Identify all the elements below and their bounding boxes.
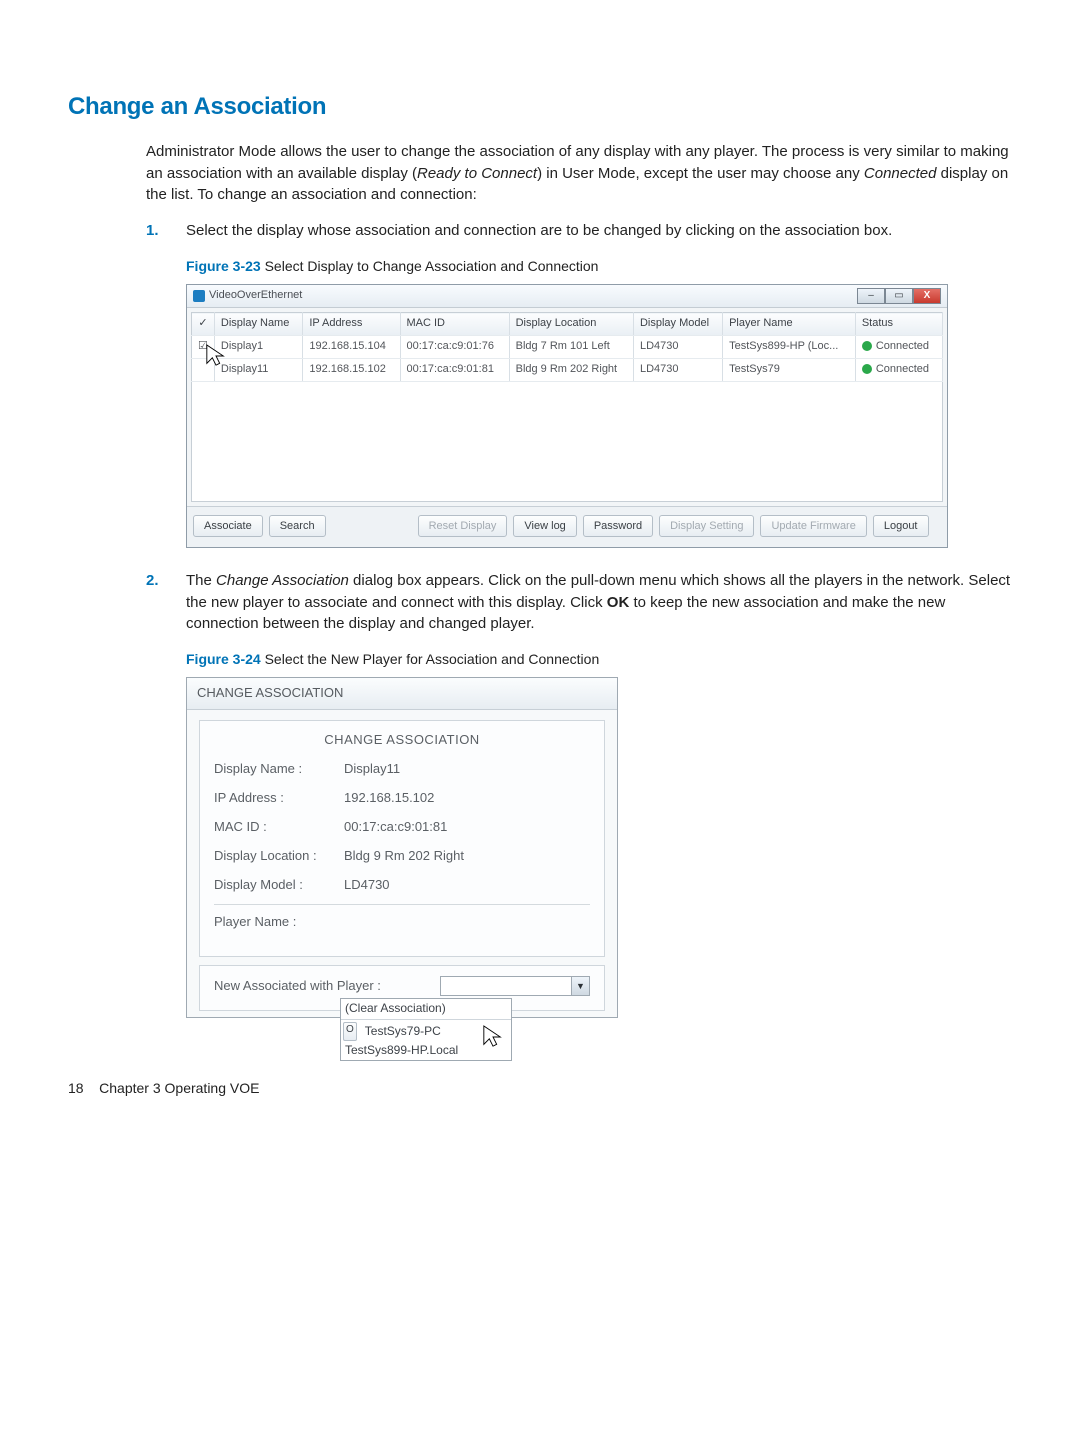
player-combobox[interactable]: ▼ bbox=[440, 976, 590, 996]
step-2-bold-1: OK bbox=[607, 594, 630, 611]
step-2-italic-1: Change Association bbox=[216, 572, 349, 589]
figure-3-24-label: Figure 3-24 bbox=[186, 651, 261, 667]
status-connected-icon bbox=[862, 364, 872, 374]
cursor-icon bbox=[482, 1024, 504, 1050]
step-2-text-1: The bbox=[186, 572, 216, 589]
logout-button[interactable]: Logout bbox=[873, 515, 929, 537]
row2-status-text: Connected bbox=[876, 363, 929, 375]
password-button[interactable]: Password bbox=[583, 515, 653, 537]
row2-loc: Bldg 9 Rm 202 Right bbox=[509, 358, 633, 381]
ip-address-value: 192.168.15.102 bbox=[344, 789, 590, 808]
mac-id-label: MAC ID : bbox=[214, 818, 344, 837]
table-empty-area bbox=[191, 382, 943, 502]
step-2-number: 2. bbox=[146, 570, 186, 635]
dialog-info-frame: CHANGE ASSOCIATION Display Name :Display… bbox=[199, 720, 605, 957]
videoOverEthernet-window: VideoOverEthernet – ▭ X ✓ Display Name I… bbox=[186, 284, 948, 548]
mac-id-value: 00:17:ca:c9:01:81 bbox=[344, 818, 590, 837]
row2-mac: 00:17:ca:c9:01:81 bbox=[400, 358, 509, 381]
col-mac-id: MAC ID bbox=[400, 313, 509, 336]
row2-player: TestSys79 bbox=[723, 358, 856, 381]
window-titlebar: VideoOverEthernet – ▭ X bbox=[187, 285, 947, 308]
intro-text-2: ) in User Mode, except the user may choo… bbox=[537, 165, 864, 182]
window-close-button[interactable]: X bbox=[913, 288, 941, 304]
col-display-name: Display Name bbox=[214, 313, 302, 336]
window-title: VideoOverEthernet bbox=[209, 288, 302, 304]
view-log-button[interactable]: View log bbox=[513, 515, 576, 537]
row2-ip: 192.168.15.102 bbox=[303, 358, 400, 381]
ip-address-label: IP Address : bbox=[214, 789, 344, 808]
hp-icon bbox=[193, 290, 205, 302]
step-2: 2. The Change Association dialog box app… bbox=[146, 570, 1012, 635]
col-display-location: Display Location bbox=[509, 313, 633, 336]
chevron-down-icon[interactable]: ▼ bbox=[571, 977, 589, 995]
row2-status: Connected bbox=[855, 358, 942, 381]
dialog-lower-frame: New Associated with Player : ▼ (Clear As… bbox=[199, 965, 605, 1011]
cursor-icon bbox=[205, 343, 227, 369]
table-row[interactable]: Display11 192.168.15.102 00:17:ca:c9:01:… bbox=[192, 358, 943, 381]
window-button-bar: Associate Search Reset Display View log … bbox=[187, 506, 947, 547]
reset-display-button[interactable]: Reset Display bbox=[418, 515, 508, 537]
associate-button[interactable]: Associate bbox=[193, 515, 263, 537]
table-row[interactable]: ☑ Display1 192.168.15.104 00:17:ca:c9:01… bbox=[192, 336, 943, 359]
step-1-text: Select the display whose association and… bbox=[186, 220, 1012, 242]
row1-status: Connected bbox=[855, 336, 942, 359]
page-number: 18 bbox=[68, 1080, 84, 1096]
new-associated-player-label: New Associated with Player : bbox=[214, 977, 381, 996]
step-1: 1. Select the display whose association … bbox=[146, 220, 1012, 242]
display-model-value: LD4730 bbox=[344, 876, 590, 895]
dialog-inner-title: CHANGE ASSOCIATION bbox=[214, 731, 590, 750]
figure-3-24-text: Select the New Player for Association an… bbox=[261, 651, 600, 667]
row1-status-text: Connected bbox=[876, 340, 929, 352]
row1-loc: Bldg 7 Rm 101 Left bbox=[509, 336, 633, 359]
display-model-label: Display Model : bbox=[214, 876, 344, 895]
row2-name: Display11 bbox=[214, 358, 302, 381]
row1-model: LD4730 bbox=[633, 336, 722, 359]
intro-paragraph: Administrator Mode allows the user to ch… bbox=[146, 141, 1012, 206]
player-name-label: Player Name : bbox=[214, 913, 344, 932]
update-firmware-button[interactable]: Update Firmware bbox=[760, 515, 866, 537]
search-button[interactable]: Search bbox=[269, 515, 326, 537]
step-2-text: The Change Association dialog box appear… bbox=[186, 570, 1012, 635]
col-check: ✓ bbox=[192, 313, 215, 336]
player-name-value bbox=[344, 913, 590, 932]
col-display-model: Display Model bbox=[633, 313, 722, 336]
ok-button[interactable]: O bbox=[343, 1022, 357, 1041]
figure-3-24-caption: Figure 3-24 Select the New Player for As… bbox=[186, 649, 1012, 669]
footer-text: Chapter 3 Operating VOE bbox=[99, 1080, 259, 1096]
change-association-dialog: CHANGE ASSOCIATION CHANGE ASSOCIATION Di… bbox=[186, 677, 618, 1018]
row1-player: TestSys899-HP (Loc... bbox=[723, 336, 856, 359]
display-setting-button[interactable]: Display Setting bbox=[659, 515, 754, 537]
col-ip-address: IP Address bbox=[303, 313, 400, 336]
col-status: Status bbox=[855, 313, 942, 336]
step-1-number: 1. bbox=[146, 220, 186, 242]
display-name-label: Display Name : bbox=[214, 760, 344, 779]
figure-3-23-caption: Figure 3-23 Select Display to Change Ass… bbox=[186, 256, 1012, 276]
display-location-label: Display Location : bbox=[214, 847, 344, 866]
status-connected-icon bbox=[862, 341, 872, 351]
row1-mac: 00:17:ca:c9:01:76 bbox=[400, 336, 509, 359]
figure-3-23-text: Select Display to Change Association and… bbox=[261, 258, 599, 274]
section-title: Change an Association bbox=[68, 90, 1012, 125]
intro-italic-1: Ready to Connect bbox=[417, 165, 537, 182]
row1-name: Display1 bbox=[214, 336, 302, 359]
displays-table: ✓ Display Name IP Address MAC ID Display… bbox=[191, 312, 943, 382]
dropdown-option-clear[interactable]: (Clear Association) bbox=[341, 999, 511, 1018]
dialog-titlebar: CHANGE ASSOCIATION bbox=[187, 678, 617, 710]
page-footer: 18 Chapter 3 Operating VOE bbox=[68, 1078, 1012, 1098]
row2-model: LD4730 bbox=[633, 358, 722, 381]
window-maximize-button[interactable]: ▭ bbox=[885, 288, 913, 304]
display-name-value: Display11 bbox=[344, 760, 590, 779]
figure-3-23-label: Figure 3-23 bbox=[186, 258, 261, 274]
col-player-name: Player Name bbox=[723, 313, 856, 336]
window-minimize-button[interactable]: – bbox=[857, 288, 885, 304]
display-location-value: Bldg 9 Rm 202 Right bbox=[344, 847, 590, 866]
intro-italic-2: Connected bbox=[864, 165, 937, 182]
row1-ip: 192.168.15.104 bbox=[303, 336, 400, 359]
